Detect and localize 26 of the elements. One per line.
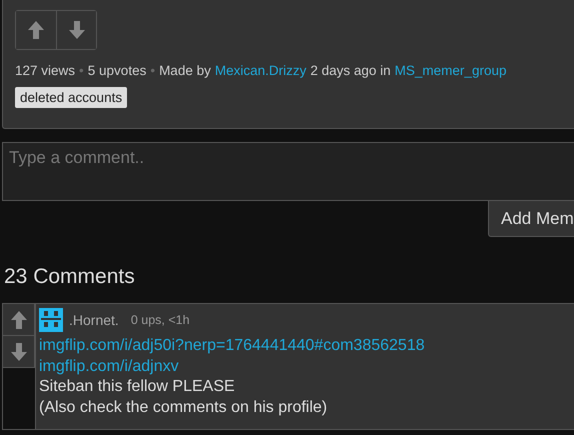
comment-link[interactable]: imgflip.com/i/adjnxv (39, 356, 574, 377)
down-arrow-icon (10, 342, 26, 360)
upvote-button[interactable] (3, 304, 35, 336)
comment-text: Siteban this fellow PLEASE (39, 377, 236, 397)
separator-dot: • (79, 63, 84, 78)
up-arrow-icon (28, 21, 44, 39)
up-arrow-icon (10, 310, 26, 328)
user-link[interactable]: Mexican.Drizzy (214, 63, 306, 78)
comment-text: (Also check the comments on his profile) (39, 398, 328, 418)
comment-meta: 0 ups, <1h (130, 313, 190, 327)
comments-heading: 23 Comments (4, 264, 136, 290)
down-arrow-icon (68, 21, 84, 39)
downvote-button[interactable] (56, 11, 96, 49)
stats-text: 5 upvotes (88, 63, 146, 78)
add-meme-button[interactable]: Add Mem (488, 201, 574, 237)
username[interactable]: .Hornet. (69, 312, 119, 328)
stats-text: Made by (159, 63, 211, 78)
separator-dot: • (150, 63, 156, 78)
tag[interactable]: deleted accounts (15, 87, 128, 108)
comment-link[interactable]: imgflip.com/i/adj50i?nerp=1764441440#com38562518 (39, 336, 574, 356)
comment-field[interactable]: Type a comment.. (2, 142, 574, 201)
stats-text: 2 days ago in (310, 63, 391, 78)
avatar-icon[interactable] (39, 308, 63, 332)
downvote-button[interactable] (3, 336, 35, 368)
user-link[interactable]: MS_memer_group (394, 63, 506, 78)
stats-text: 127 views (15, 63, 76, 78)
